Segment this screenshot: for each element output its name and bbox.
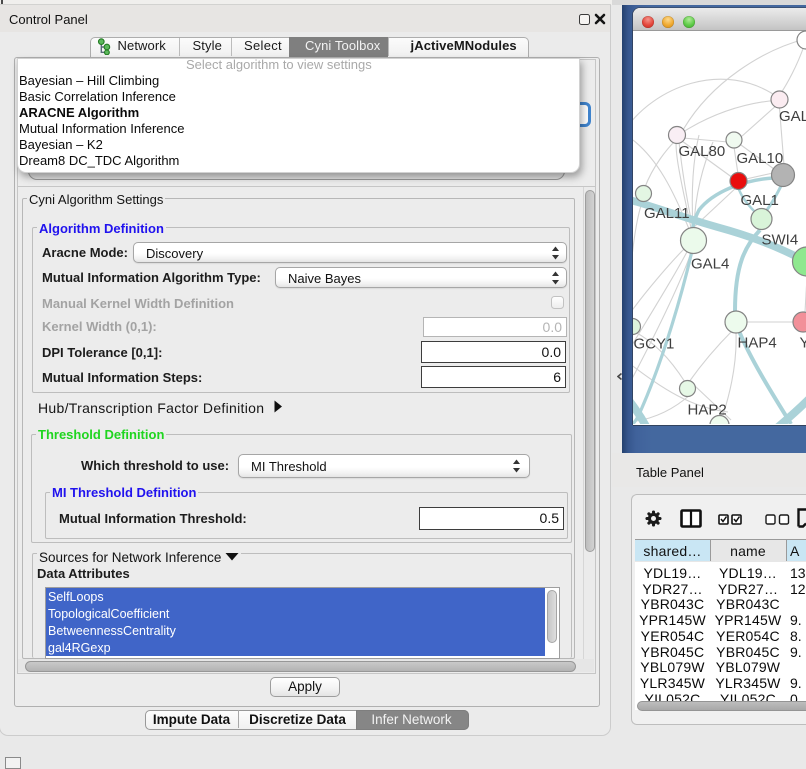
svg-text:GAL10: GAL10: [737, 150, 784, 167]
svg-text:Y: Y: [800, 335, 806, 352]
svg-text:HAP2: HAP2: [688, 402, 727, 419]
svg-text:GAL4: GAL4: [691, 256, 729, 273]
svg-text:GAL1: GAL1: [741, 192, 779, 209]
svg-text:HAP4: HAP4: [738, 335, 777, 352]
svg-text:GAL11: GAL11: [644, 205, 690, 222]
svg-text:GCY1: GCY1: [634, 336, 675, 353]
svg-text:GAL80: GAL80: [679, 143, 726, 160]
svg-text:GAL7: GAL7: [779, 108, 806, 125]
svg-text:SWI4: SWI4: [762, 232, 799, 249]
